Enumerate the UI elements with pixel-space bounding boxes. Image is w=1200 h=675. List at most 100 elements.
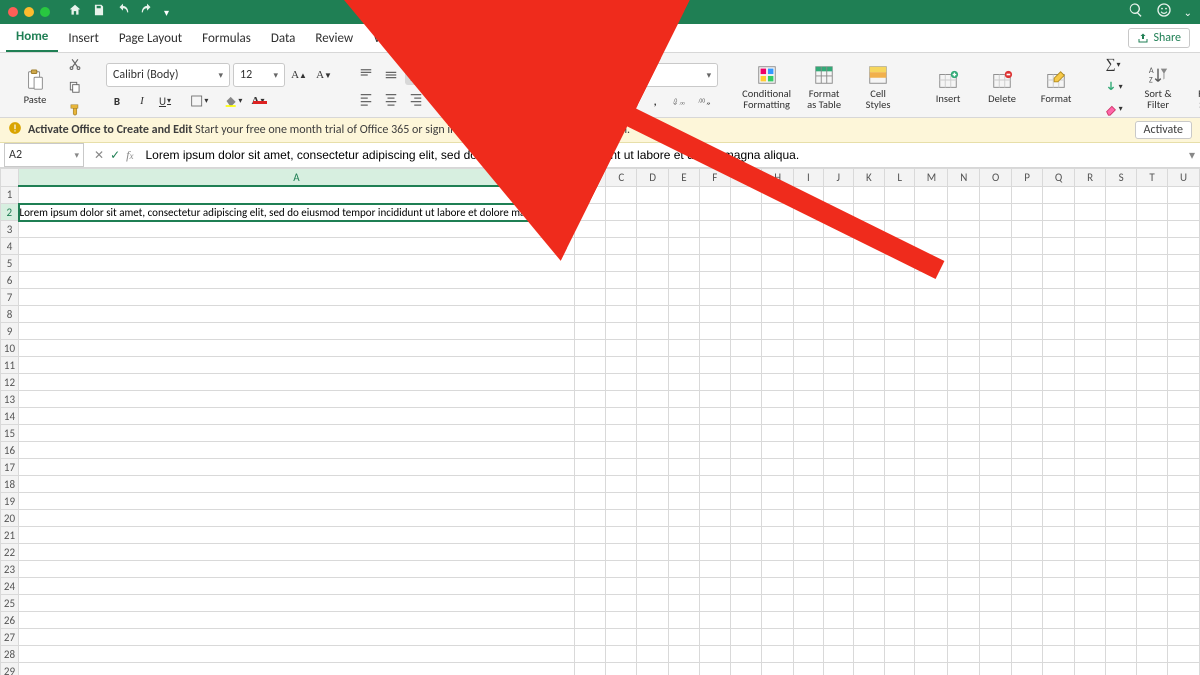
cell[interactable] <box>915 306 948 323</box>
font-size-combo[interactable]: 12 ▾ <box>233 63 285 87</box>
cell[interactable] <box>19 289 575 306</box>
cell[interactable] <box>948 646 980 663</box>
cell[interactable] <box>574 221 605 238</box>
cell[interactable] <box>948 629 980 646</box>
cell[interactable] <box>730 442 762 459</box>
cell[interactable] <box>980 612 1012 629</box>
cell[interactable] <box>730 204 762 221</box>
cell[interactable] <box>574 357 605 374</box>
row-header[interactable]: 29 <box>1 663 19 675</box>
cell[interactable] <box>699 221 730 238</box>
cell[interactable] <box>730 255 762 272</box>
enter-formula-button[interactable]: ✓ <box>110 148 120 163</box>
cell[interactable] <box>1106 186 1137 204</box>
cell[interactable] <box>699 255 730 272</box>
cell[interactable] <box>1168 612 1200 629</box>
cell[interactable] <box>823 476 853 493</box>
cell[interactable] <box>762 306 794 323</box>
cell[interactable] <box>853 510 884 527</box>
cell[interactable] <box>1106 510 1137 527</box>
cell[interactable] <box>637 646 669 663</box>
cell[interactable] <box>762 374 794 391</box>
cell[interactable] <box>606 374 637 391</box>
cell[interactable] <box>574 391 605 408</box>
cell[interactable] <box>948 374 980 391</box>
cell[interactable] <box>19 493 575 510</box>
conditional-formatting-button[interactable]: Conditional Formatting <box>738 62 795 112</box>
cell[interactable] <box>637 459 669 476</box>
cell[interactable] <box>574 238 605 255</box>
cell[interactable] <box>762 510 794 527</box>
cell[interactable] <box>1075 204 1106 221</box>
cell[interactable] <box>1043 646 1075 663</box>
row-header[interactable]: 3 <box>1 221 19 238</box>
cell[interactable] <box>574 629 605 646</box>
cell[interactable] <box>19 544 575 561</box>
cell[interactable] <box>637 186 669 204</box>
cell[interactable] <box>980 238 1012 255</box>
cell[interactable] <box>1043 561 1075 578</box>
cell[interactable] <box>668 272 699 289</box>
cell[interactable] <box>1043 289 1075 306</box>
cell[interactable] <box>730 425 762 442</box>
column-header[interactable]: M <box>915 169 948 187</box>
cell[interactable] <box>574 459 605 476</box>
cell[interactable]: Lorem ipsum dolor sit amet, consectetur … <box>19 204 575 221</box>
column-header[interactable]: S <box>1106 169 1137 187</box>
cell[interactable] <box>19 340 575 357</box>
cell[interactable] <box>884 629 915 646</box>
cell[interactable] <box>730 357 762 374</box>
cell[interactable] <box>1012 629 1043 646</box>
cell[interactable] <box>699 442 730 459</box>
cell[interactable] <box>730 408 762 425</box>
cell[interactable] <box>1012 425 1043 442</box>
cell[interactable] <box>980 527 1012 544</box>
cell[interactable] <box>915 289 948 306</box>
cell[interactable] <box>1075 272 1106 289</box>
cell[interactable] <box>637 306 669 323</box>
cell[interactable] <box>1106 238 1137 255</box>
cell[interactable] <box>762 646 794 663</box>
cell[interactable] <box>699 289 730 306</box>
cell[interactable] <box>980 272 1012 289</box>
cell[interactable] <box>1075 391 1106 408</box>
cell[interactable] <box>606 204 637 221</box>
cell[interactable] <box>1168 510 1200 527</box>
cell[interactable] <box>1012 221 1043 238</box>
cell[interactable] <box>1043 629 1075 646</box>
cell[interactable] <box>794 186 824 204</box>
cell[interactable] <box>853 595 884 612</box>
cell[interactable] <box>1043 408 1075 425</box>
cell[interactable] <box>948 323 980 340</box>
cell[interactable] <box>730 323 762 340</box>
cell[interactable] <box>1168 306 1200 323</box>
cell[interactable] <box>794 510 824 527</box>
cell[interactable] <box>762 612 794 629</box>
cell[interactable] <box>948 289 980 306</box>
cell[interactable] <box>794 204 824 221</box>
cell[interactable] <box>1012 357 1043 374</box>
cell[interactable] <box>606 272 637 289</box>
cell[interactable] <box>980 476 1012 493</box>
cell[interactable] <box>1043 306 1075 323</box>
cell[interactable] <box>980 186 1012 204</box>
cell[interactable] <box>637 255 669 272</box>
cell[interactable] <box>915 238 948 255</box>
cell[interactable] <box>1106 340 1137 357</box>
formula-input[interactable] <box>139 144 1184 166</box>
cell[interactable] <box>1106 408 1137 425</box>
cell[interactable] <box>915 510 948 527</box>
cell[interactable] <box>980 204 1012 221</box>
cell[interactable] <box>1043 527 1075 544</box>
format-painter-button[interactable] <box>64 100 86 118</box>
cell[interactable] <box>853 476 884 493</box>
cell[interactable] <box>794 595 824 612</box>
cell[interactable] <box>1043 238 1075 255</box>
cell[interactable] <box>19 391 575 408</box>
cell[interactable] <box>668 255 699 272</box>
cell[interactable] <box>823 459 853 476</box>
cell[interactable] <box>1137 561 1168 578</box>
cell[interactable] <box>794 238 824 255</box>
cell[interactable] <box>853 374 884 391</box>
cell[interactable] <box>637 340 669 357</box>
